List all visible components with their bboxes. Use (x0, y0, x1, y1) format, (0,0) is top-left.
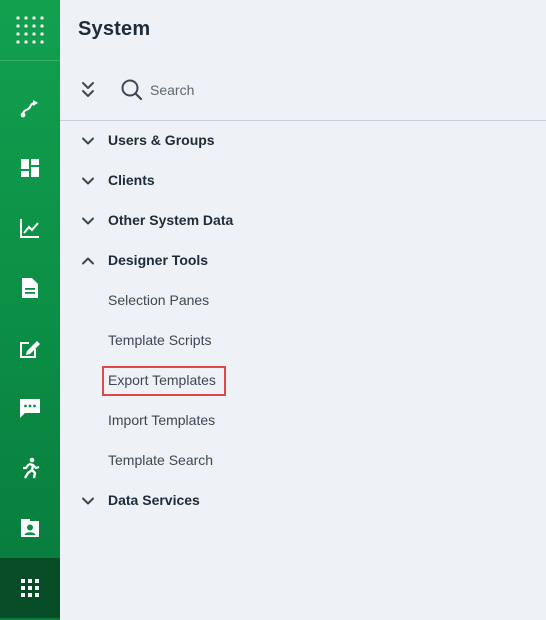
rail-item-dashboard[interactable] (0, 138, 60, 198)
route-icon (20, 100, 38, 118)
tree-item-import-templates[interactable]: Import Templates (60, 401, 546, 441)
tree-item-label: Template Search (108, 452, 214, 468)
running-person-icon (23, 457, 40, 479)
grid-apps-icon (16, 16, 44, 44)
chevron-down-icon (82, 217, 94, 225)
tree-group-clients[interactable]: Clients (60, 161, 546, 201)
tree-group-data-services[interactable]: Data Services (60, 481, 546, 521)
tree-item-label: Import Templates (108, 412, 216, 428)
tree-toolbar (60, 60, 546, 121)
edit-note-icon (20, 341, 40, 358)
rail-item-documents[interactable] (0, 258, 60, 318)
tree-group-label: Other System Data (108, 212, 234, 228)
tree-item-export-templates[interactable]: Export Templates (60, 361, 546, 401)
tree-group-other-system-data[interactable]: Other System Data (60, 201, 546, 241)
tree-item-label: Template Scripts (108, 332, 212, 348)
rail-item-activity[interactable] (0, 438, 60, 498)
document-icon (22, 278, 38, 298)
nav-rail (0, 0, 60, 620)
tree-group-designer-tools[interactable]: Designer Tools (60, 241, 546, 281)
collapse-all-button[interactable] (78, 79, 98, 101)
tree-group-label: Designer Tools (108, 252, 209, 268)
apps-grid-icon (21, 579, 39, 597)
chat-icon (20, 399, 40, 418)
rail-item-messages[interactable] (0, 378, 60, 438)
tree-item-label: Export Templates (108, 372, 216, 388)
rail-item-analytics[interactable] (0, 198, 60, 258)
contact-card-icon (21, 519, 39, 537)
tree-group-label: Data Services (108, 492, 200, 508)
search-icon (121, 79, 143, 101)
app-launcher-button[interactable] (0, 0, 60, 61)
tree-item-template-scripts[interactable]: Template Scripts (60, 321, 546, 361)
chevron-down-icon (82, 177, 94, 185)
double-chevron-down-icon (82, 82, 94, 97)
tree-group-label: Users & Groups (108, 132, 215, 148)
rail-item-edit[interactable] (0, 318, 60, 378)
tree-group-label: Clients (108, 172, 155, 188)
tree-item-template-search[interactable]: Template Search (60, 441, 546, 481)
chart-line-icon (20, 219, 39, 238)
tree-group-users-groups[interactable]: Users & Groups (60, 121, 546, 161)
rail-item-contacts[interactable] (0, 498, 60, 558)
rail-item-system[interactable] (0, 558, 60, 618)
chevron-up-icon (82, 257, 94, 265)
chevron-down-icon (82, 137, 94, 145)
chevron-down-icon (82, 497, 94, 505)
page-header: System (60, 0, 546, 60)
page-title: System (78, 18, 151, 40)
tree-item-label: Selection Panes (108, 292, 210, 308)
rail-item-routes[interactable] (0, 78, 60, 138)
tree-item-selection-panes[interactable]: Selection Panes (60, 281, 546, 321)
search-input[interactable] (150, 79, 450, 101)
dashboard-icon (21, 159, 39, 177)
